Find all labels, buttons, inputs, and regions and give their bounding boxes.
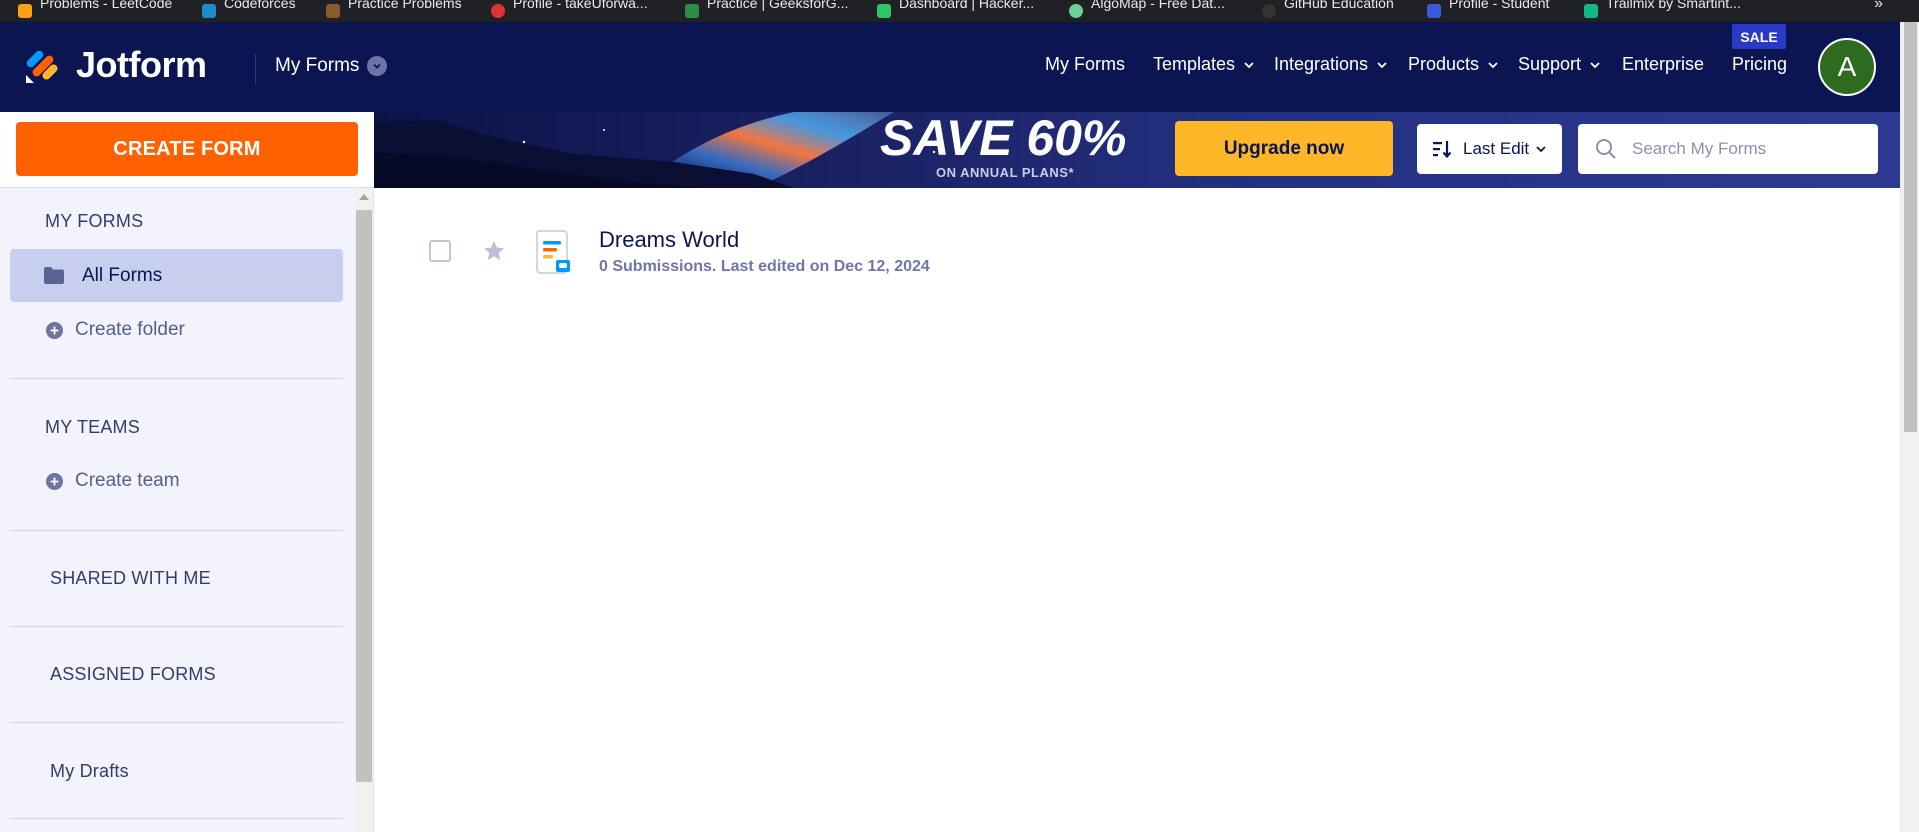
create-folder-button[interactable]: Create folder (46, 319, 185, 341)
sidebar-item-all-forms[interactable]: All Forms (10, 249, 343, 302)
profile-student-icon (1427, 4, 1441, 18)
sort-dropdown[interactable]: Last Edit (1417, 124, 1562, 174)
nav-support[interactable]: Support (1518, 54, 1601, 75)
hackerrank-icon (877, 4, 891, 18)
sale-badge: SALE (1732, 24, 1786, 49)
star-icon[interactable] (482, 239, 506, 263)
search-box[interactable] (1578, 124, 1878, 174)
nav-pricing[interactable]: Pricing (1732, 54, 1787, 75)
geeksforgeeks-icon (685, 4, 699, 18)
chevron-down-icon (1377, 61, 1387, 68)
nav-my-forms[interactable]: My Forms (1045, 54, 1125, 75)
sidebar-divider (10, 378, 343, 379)
jotform-logo[interactable]: Jotform (24, 44, 207, 86)
bookmark-geeksforgeeks[interactable]: Practice | GeeksforG... (685, 0, 848, 22)
bookmark-takeuforward[interactable]: Profile - takeUforwa... (491, 0, 648, 22)
takeuforward-icon (491, 4, 505, 18)
folder-icon (44, 267, 64, 284)
bookmark-practice-problems[interactable]: Practice Problems (326, 0, 462, 22)
sidebar-item-assigned-forms[interactable]: ASSIGNED FORMS (50, 664, 216, 685)
sidebar-item-shared-with-me[interactable]: SHARED WITH ME (50, 568, 211, 589)
create-team-button[interactable]: Create team (46, 470, 180, 492)
chevron-down-icon (1536, 146, 1546, 153)
search-input[interactable] (1632, 139, 1852, 159)
nav-integrations-label: Integrations (1274, 54, 1369, 74)
form-icon (536, 230, 570, 274)
nav-products[interactable]: Products (1408, 54, 1499, 75)
upgrade-now-button[interactable]: Upgrade now (1175, 121, 1393, 176)
top-navigation-bar: Jotform My Forms My Forms Templates Inte… (0, 22, 1900, 112)
scroll-up-arrow-icon[interactable] (359, 194, 369, 200)
create-folder-label: Create folder (75, 319, 185, 340)
chevron-down-icon (1244, 61, 1254, 68)
nav-support-label: Support (1518, 54, 1582, 74)
nav-templates[interactable]: Templates (1153, 54, 1255, 75)
plus-circle-icon (46, 472, 63, 490)
product-switcher[interactable]: My Forms (275, 55, 388, 77)
nav-products-label: Products (1408, 54, 1480, 74)
promo-subtitle: ON ANNUAL PLANS* (936, 165, 1075, 180)
search-icon (1596, 139, 1616, 159)
promo-title: SAVE 60% (880, 110, 1127, 166)
form-title[interactable]: Dreams World (599, 227, 739, 253)
nav-enterprise[interactable]: Enterprise (1622, 54, 1704, 75)
chevron-down-icon (1488, 61, 1498, 68)
nav-my-forms-label: My Forms (1045, 54, 1125, 74)
my-teams-heading: MY TEAMS (45, 417, 140, 437)
practice-problems-icon (326, 4, 340, 18)
page-scrollbar-thumb[interactable] (1904, 22, 1917, 432)
bookmarks-bar: Problems - LeetCode Codeforces Practice … (0, 0, 1919, 22)
chevron-down-icon (1590, 61, 1600, 68)
sidebar-divider (10, 626, 343, 627)
sidebar-divider (10, 722, 343, 723)
create-form-area: CREATE FORM (0, 112, 374, 188)
logo-wordmark: Jotform (76, 44, 207, 85)
chevron-down-icon (367, 56, 388, 76)
product-switcher-label: My Forms (275, 55, 360, 76)
all-forms-label: All Forms (82, 264, 163, 286)
bookmark-hackerrank[interactable]: Dashboard | Hacker... (877, 0, 1034, 22)
leetcode-icon (18, 4, 32, 18)
form-meta: 0 Submissions. Last edited on Dec 12, 20… (599, 258, 930, 275)
codeforces-icon (202, 4, 216, 18)
nav-enterprise-label: Enterprise (1622, 54, 1705, 74)
page-scrollbar[interactable] (1900, 22, 1919, 832)
plus-circle-icon (46, 321, 63, 339)
header-divider (255, 54, 256, 84)
nav-templates-label: Templates (1153, 54, 1236, 74)
github-icon (1262, 4, 1276, 18)
bookmark-leetcode[interactable]: Problems - LeetCode (18, 0, 172, 22)
bookmark-algomap[interactable]: AlgoMap - Free Dat... (1069, 0, 1225, 22)
algomap-icon (1069, 4, 1083, 18)
create-form-button[interactable]: CREATE FORM (16, 122, 358, 176)
bookmark-github-education[interactable]: GitHub Education (1262, 0, 1394, 22)
sidebar-scrollbar-thumb[interactable] (356, 210, 372, 782)
double-chevron-right-icon[interactable]: » (1874, 0, 1883, 13)
bookmark-trailmix[interactable]: Trailmix by Smartint... (1584, 0, 1741, 22)
trailmix-icon (1584, 4, 1598, 18)
nav-integrations[interactable]: Integrations (1274, 54, 1388, 75)
user-avatar[interactable]: A (1818, 38, 1876, 96)
jotform-logo-icon (26, 50, 58, 83)
bookmark-codeforces[interactable]: Codeforces (202, 0, 296, 22)
sidebar-divider (10, 530, 343, 531)
select-form-checkbox[interactable] (429, 240, 451, 262)
bookmark-profile-student[interactable]: Profile - Student (1427, 0, 1549, 22)
sidebar-item-my-drafts[interactable]: My Drafts (50, 761, 129, 782)
my-forms-heading: MY FORMS (45, 211, 144, 231)
sidebar-scrollbar[interactable] (354, 188, 374, 832)
sort-icon (1433, 141, 1452, 159)
sort-dropdown-label: Last Edit (1463, 139, 1530, 158)
create-team-label: Create team (75, 470, 180, 491)
form-list-item[interactable]: Dreams World 0 Submissions. Last edited … (420, 222, 1120, 288)
nav-pricing-label: Pricing (1732, 54, 1788, 74)
sidebar-divider (10, 818, 343, 819)
